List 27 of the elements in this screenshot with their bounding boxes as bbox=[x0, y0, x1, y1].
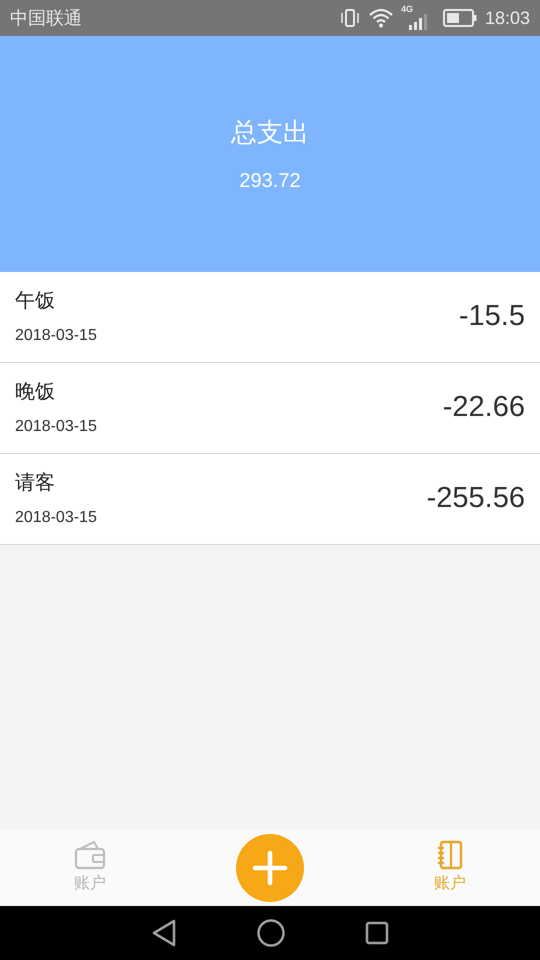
recents-icon[interactable] bbox=[365, 921, 389, 945]
record-row[interactable]: 午饭 2018-03-15 -15.5 bbox=[0, 272, 540, 363]
vibrate-icon bbox=[338, 8, 361, 28]
clock-text: 18:03 bbox=[484, 6, 530, 30]
record-date: 2018-03-15 bbox=[15, 508, 98, 528]
record-name: 晚饭 bbox=[15, 380, 56, 405]
record-row[interactable]: 晚饭 2018-03-15 -22.66 bbox=[0, 363, 540, 454]
network-type: 4G bbox=[400, 3, 413, 16]
battery-icon bbox=[442, 9, 477, 27]
notebook-icon bbox=[436, 840, 464, 870]
plus-icon bbox=[252, 850, 288, 886]
record-date: 2018-03-15 bbox=[15, 417, 98, 437]
record-row[interactable]: 请客 2018-03-15 -255.56 bbox=[0, 454, 540, 545]
record-amount: -255.56 bbox=[426, 481, 525, 516]
record-amount: -22.66 bbox=[442, 390, 525, 426]
wallet-icon bbox=[74, 840, 106, 870]
total-amount: 293.72 bbox=[239, 168, 301, 194]
wifi-icon bbox=[368, 8, 393, 28]
home-icon[interactable] bbox=[257, 919, 285, 947]
signal-icon bbox=[406, 14, 427, 30]
back-icon[interactable] bbox=[151, 919, 177, 947]
record-name: 午饭 bbox=[15, 289, 56, 314]
header-title: 总支出 bbox=[231, 116, 309, 148]
record-name: 请客 bbox=[15, 471, 56, 496]
record-date: 2018-03-15 bbox=[15, 326, 98, 346]
record-amount: -15.5 bbox=[458, 299, 525, 334]
carrier-text: 中国联通 bbox=[10, 6, 82, 30]
